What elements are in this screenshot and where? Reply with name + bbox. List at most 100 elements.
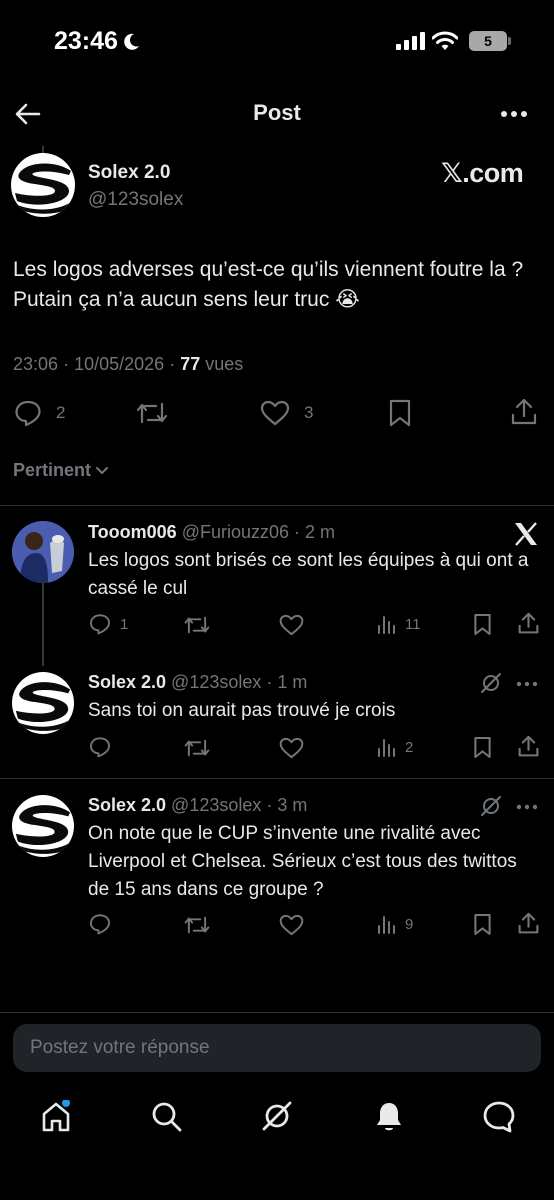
- search-icon[interactable]: [151, 1101, 183, 1133]
- reply-time: 2 m: [305, 522, 336, 542]
- bell-icon[interactable]: [374, 1100, 404, 1133]
- user-photo-icon: [12, 521, 74, 583]
- share-icon[interactable]: [518, 735, 539, 758]
- author-name[interactable]: Solex 2.0: [88, 162, 170, 184]
- replies-sort-dropdown[interactable]: Pertinent: [13, 460, 109, 481]
- bookmark-icon[interactable]: [473, 913, 492, 936]
- reply-text: Les logos sont brisés ce sont les équipe…: [88, 550, 529, 599]
- view-count: 11: [405, 615, 421, 633]
- meta-separator: ·: [266, 795, 273, 815]
- reply-input[interactable]: [30, 1037, 541, 1059]
- reply-author-name[interactable]: Tooom006: [88, 522, 177, 543]
- reply-time: 3 m: [277, 795, 308, 815]
- like-icon[interactable]: [279, 614, 304, 636]
- reply-author-handle[interactable]: @Furiouzz06: [182, 522, 289, 543]
- reply-button[interactable]: 2: [14, 399, 65, 427]
- views-icon: [378, 616, 395, 634]
- avatar[interactable]: [12, 521, 74, 583]
- reply-count: 2: [56, 403, 66, 422]
- views-icon: [378, 739, 395, 757]
- post-date: 10/05/2026: [74, 354, 165, 374]
- solex-logo-icon: [13, 682, 73, 731]
- reply-icon: [90, 614, 110, 635]
- like-button[interactable]: 3: [260, 400, 313, 426]
- share-icon[interactable]: [511, 398, 537, 426]
- reply-header: Solex 2.0 @123solex · 1 m: [88, 672, 307, 693]
- more-icon[interactable]: [516, 804, 538, 810]
- divider: [0, 1012, 554, 1013]
- author-handle[interactable]: @123solex: [88, 189, 183, 211]
- solex-logo-icon: [13, 805, 73, 854]
- view-count: 9: [405, 915, 414, 933]
- battery-level: 5: [484, 33, 492, 49]
- repost-icon[interactable]: [184, 737, 210, 759]
- reply-time: 1 m: [277, 672, 308, 692]
- battery-indicator: 5: [469, 31, 507, 51]
- sort-label: Pertinent: [13, 460, 92, 480]
- reply-author-handle[interactable]: @123solex: [171, 795, 261, 816]
- page-title: Post: [253, 100, 301, 125]
- chevron-down-icon: [96, 466, 109, 474]
- like-count: 3: [304, 403, 314, 422]
- reply-header: Solex 2.0 @123solex · 3 m: [88, 795, 307, 816]
- avatar[interactable]: [12, 795, 74, 857]
- views-button[interactable]: 2: [377, 737, 413, 757]
- solex-logo-icon: [13, 163, 73, 214]
- thread-line: [42, 582, 44, 666]
- share-icon[interactable]: [518, 612, 539, 635]
- meta-separator: ·: [63, 354, 70, 374]
- like-icon[interactable]: [279, 914, 304, 936]
- divider: [0, 505, 554, 506]
- x-logo-icon: [515, 522, 537, 546]
- signal-icon: [396, 32, 425, 50]
- like-icon: [260, 400, 290, 426]
- moon-icon: [124, 33, 139, 50]
- home-icon: [42, 1100, 70, 1132]
- reply-author-name[interactable]: Solex 2.0: [88, 672, 166, 693]
- view-count[interactable]: 77: [180, 354, 200, 374]
- meta-separator: ·: [169, 354, 176, 374]
- more-icon[interactable]: [500, 110, 528, 118]
- meta-separator: ·: [294, 522, 301, 542]
- views-button[interactable]: 9: [377, 914, 413, 934]
- bookmark-icon[interactable]: [473, 613, 492, 636]
- like-icon[interactable]: [279, 737, 304, 759]
- reply-icon[interactable]: [89, 913, 111, 935]
- more-icon[interactable]: [516, 681, 538, 687]
- status-time: 23:46: [54, 27, 141, 56]
- post-text: Les logos adverses qu’est-ce qu’ils vien…: [13, 258, 524, 311]
- views-label: vues: [205, 354, 244, 374]
- x-logo: 𝕏.com: [441, 158, 524, 188]
- reply-header: Tooom006 @Furiouzz06 · 2 m: [88, 522, 335, 543]
- clock-text: 23:46: [54, 27, 118, 55]
- bottom-nav-home[interactable]: [40, 1100, 74, 1134]
- reply-button[interactable]: 1: [89, 613, 128, 635]
- post-meta: 23:06 · 10/05/2026 · 77 vues: [13, 354, 243, 375]
- post-time: 23:06: [13, 354, 59, 374]
- reply-author-handle[interactable]: @123solex: [171, 672, 261, 693]
- wifi-icon: [432, 31, 458, 50]
- reply-text: Sans toi on aurait pas trouvé je crois: [88, 700, 396, 721]
- reply-author-name[interactable]: Solex 2.0: [88, 795, 166, 816]
- grok-icon[interactable]: [480, 795, 502, 817]
- grok-icon[interactable]: [480, 672, 502, 694]
- battery-tip: [508, 37, 511, 45]
- repost-icon[interactable]: [184, 914, 210, 936]
- divider: [0, 778, 554, 779]
- avatar[interactable]: [11, 153, 75, 217]
- meta-separator: ·: [266, 672, 273, 692]
- reply-text: On note que le CUP s’invente une rivalit…: [88, 823, 517, 900]
- repost-icon[interactable]: [136, 400, 168, 426]
- reply-icon: [15, 400, 41, 427]
- messages-icon[interactable]: [482, 1100, 516, 1134]
- share-icon[interactable]: [518, 912, 539, 935]
- reply-icon[interactable]: [89, 736, 111, 758]
- bookmark-icon[interactable]: [473, 736, 492, 759]
- bookmark-icon[interactable]: [388, 399, 412, 427]
- grok-icon[interactable]: [260, 1099, 294, 1133]
- reply-composer[interactable]: [13, 1024, 541, 1072]
- avatar[interactable]: [12, 672, 74, 734]
- reply-count: 1: [120, 615, 129, 633]
- repost-icon[interactable]: [184, 614, 210, 636]
- views-button[interactable]: 11: [377, 614, 421, 634]
